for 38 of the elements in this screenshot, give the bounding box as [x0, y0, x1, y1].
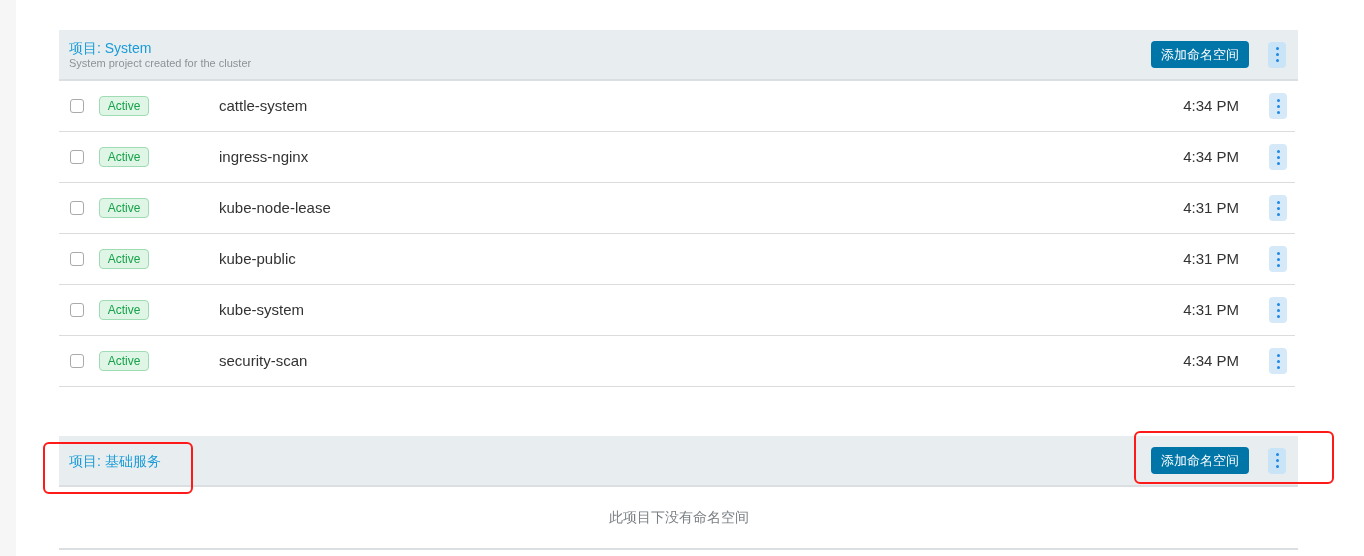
- status-badge: Active: [99, 300, 149, 320]
- more-button[interactable]: [1269, 93, 1287, 119]
- created-time: 4:31 PM: [1183, 248, 1239, 269]
- project-title: 项目: System: [69, 39, 153, 57]
- more-button[interactable]: [1269, 348, 1287, 374]
- row-checkbox[interactable]: [70, 303, 84, 317]
- created-time: 4:34 PM: [1183, 350, 1239, 371]
- created-time: 4:31 PM: [1183, 299, 1239, 320]
- namespace-name: ingress-nginx: [219, 146, 310, 167]
- add-namespace-button[interactable]: 添加命名空间: [1151, 41, 1249, 68]
- row-checkbox[interactable]: [70, 150, 84, 164]
- row-checkbox[interactable]: [70, 354, 84, 368]
- status-badge: Active: [99, 147, 149, 167]
- empty-message: 此项目下没有命名空间: [608, 508, 749, 527]
- status-badge: Active: [99, 198, 149, 218]
- row-checkbox[interactable]: [70, 201, 84, 215]
- more-button[interactable]: [1269, 144, 1287, 170]
- more-button[interactable]: [1269, 246, 1287, 272]
- namespace-name: kube-node-lease: [219, 197, 332, 218]
- status-badge: Active: [99, 351, 149, 371]
- created-time: 4:31 PM: [1183, 197, 1239, 218]
- more-button[interactable]: [1268, 41, 1286, 68]
- more-button[interactable]: [1268, 447, 1286, 474]
- project-title: 项目: 基础服务: [69, 451, 162, 470]
- project-description: System project created for the cluster: [69, 57, 253, 70]
- created-time: 4:34 PM: [1183, 95, 1239, 116]
- created-time: 4:34 PM: [1183, 146, 1239, 167]
- add-namespace-button[interactable]: 添加命名空间: [1151, 447, 1249, 474]
- namespace-name: security-scan: [219, 350, 309, 371]
- more-button[interactable]: [1269, 195, 1287, 221]
- status-badge: Active: [99, 249, 149, 269]
- status-badge: Active: [99, 96, 149, 116]
- namespace-name: cattle-system: [219, 95, 309, 116]
- row-checkbox[interactable]: [70, 252, 84, 266]
- row-checkbox[interactable]: [70, 99, 84, 113]
- more-button[interactable]: [1269, 297, 1287, 323]
- namespace-name: kube-system: [219, 299, 306, 320]
- namespace-name: kube-public: [219, 248, 297, 269]
